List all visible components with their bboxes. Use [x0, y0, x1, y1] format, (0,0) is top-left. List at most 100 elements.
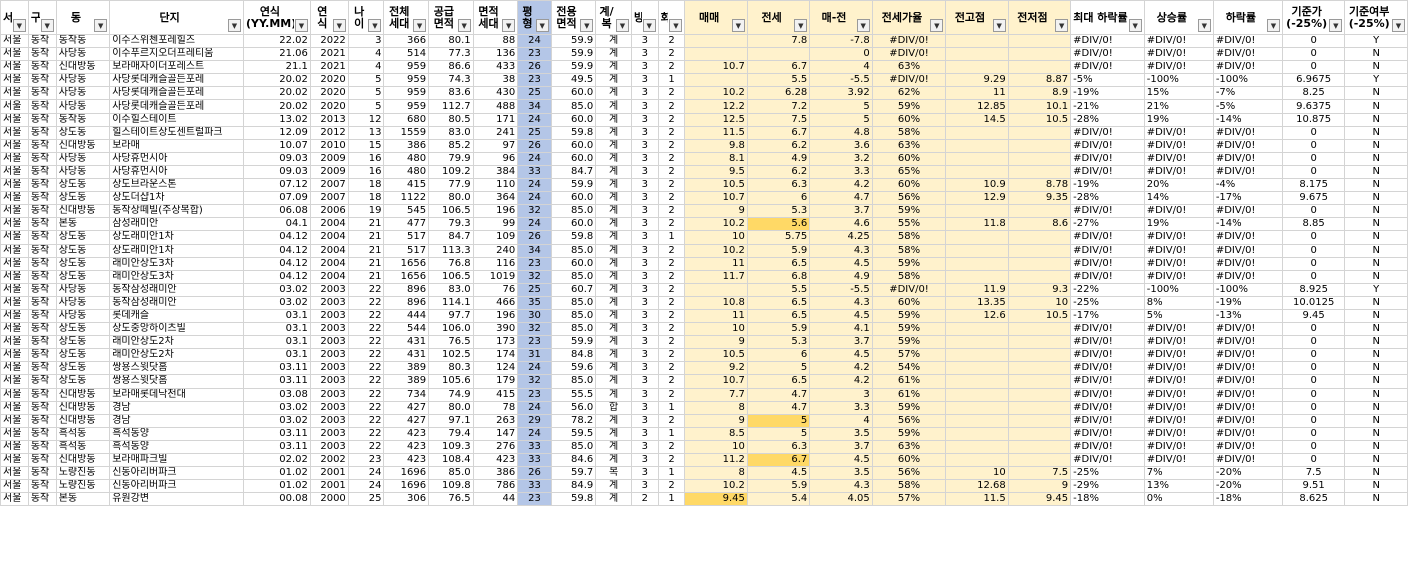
cell-supply-area[interactable]: 106.5	[428, 204, 474, 219]
cell-age[interactable]: 24	[347, 479, 385, 494]
cell-area-units[interactable]: 136	[472, 47, 519, 62]
cell-base-flag[interactable]: N	[1344, 361, 1408, 376]
cell-prev-high[interactable]: 12.85	[945, 99, 1009, 114]
cell-jeonse-ratio[interactable]: 59%	[871, 335, 947, 350]
cell-exclusive-area[interactable]: 59.7	[550, 466, 597, 481]
cell-age[interactable]: 13	[347, 125, 385, 140]
cell-jeonse-ratio[interactable]: 60%	[871, 178, 947, 193]
cell-pyeong[interactable]: 33	[517, 164, 552, 180]
cell-drop-rate[interactable]: #DIV/0!	[1212, 348, 1283, 363]
cell-total-units[interactable]: 415	[383, 178, 430, 193]
cell-exclusive-area[interactable]: 59.6	[550, 361, 597, 376]
cell-baths[interactable]: 2	[657, 60, 686, 75]
cell-supply-area[interactable]: 80.5	[428, 112, 474, 127]
cell-prev-high[interactable]	[945, 164, 1009, 180]
cell-city[interactable]: 서울	[0, 243, 29, 258]
cell-type[interactable]: 계	[595, 191, 632, 206]
cell-drop-rate[interactable]: #DIV/0!	[1212, 33, 1283, 49]
filter-dropdown-icon[interactable]: ▼	[40, 19, 54, 32]
cell-rooms[interactable]: 3	[630, 361, 659, 376]
cell-jeonse[interactable]: 5.9	[746, 479, 811, 494]
cell-sale-price[interactable]: 10.8	[684, 295, 748, 310]
cell-built-yymm[interactable]: 03.1	[243, 322, 311, 337]
cell-base-price[interactable]: 0	[1281, 387, 1346, 402]
cell-base-price[interactable]: 7.5	[1281, 466, 1346, 481]
cell-base-flag[interactable]: N	[1344, 204, 1408, 219]
cell-gap[interactable]: 4.9	[809, 269, 873, 284]
cell-built-yymm[interactable]: 03.11	[243, 374, 311, 389]
cell-pyeong[interactable]: 31	[517, 348, 552, 363]
cell-dong[interactable]: 사당동	[55, 295, 111, 310]
cell-jeonse[interactable]: 7.5	[746, 112, 811, 127]
cell-max-drop[interactable]: #DIV/0!	[1070, 164, 1145, 180]
cell-supply-area[interactable]: 76.8	[428, 256, 474, 271]
cell-drop-rate[interactable]: -20%	[1212, 479, 1283, 494]
cell-sale-price[interactable]: 10.2	[684, 243, 748, 258]
cell-sale-price[interactable]	[684, 33, 748, 49]
cell-drop-rate[interactable]: -100%	[1212, 73, 1283, 88]
cell-age[interactable]: 22	[347, 439, 385, 455]
cell-base-flag[interactable]: Y	[1344, 282, 1408, 297]
cell-complex[interactable]: 보라매파크빌	[109, 452, 244, 468]
cell-total-units[interactable]: 544	[383, 322, 430, 337]
cell-dong[interactable]: 본동	[55, 217, 111, 232]
cell-base-price[interactable]: 8.925	[1281, 282, 1346, 297]
cell-built-yymm[interactable]: 22.02	[243, 33, 311, 49]
cell-baths[interactable]: 2	[657, 439, 686, 455]
cell-type[interactable]: 계	[595, 243, 632, 258]
cell-rise-rate[interactable]: -100%	[1143, 282, 1214, 297]
cell-supply-area[interactable]: 112.7	[428, 99, 474, 114]
cell-sale-price[interactable]: 11.5	[684, 125, 748, 140]
cell-drop-rate[interactable]: -4%	[1212, 178, 1283, 193]
cell-gu[interactable]: 동작	[27, 308, 57, 324]
cell-complex[interactable]: 보라매자이더포레스트	[109, 60, 244, 75]
cell-baths[interactable]: 1	[657, 73, 686, 88]
cell-pyeong[interactable]: 23	[517, 256, 552, 271]
cell-exclusive-area[interactable]: 59.9	[550, 47, 597, 62]
cell-dong[interactable]: 동작동	[55, 33, 111, 49]
cell-built-yymm[interactable]: 03.08	[243, 387, 311, 402]
cell-gu[interactable]: 동작	[27, 86, 57, 101]
cell-built-year[interactable]: 2012	[309, 125, 349, 140]
cell-prev-high[interactable]: 10	[945, 466, 1009, 481]
cell-supply-area[interactable]: 109.3	[428, 439, 474, 455]
cell-complex[interactable]: 경남	[109, 400, 244, 415]
cell-baths[interactable]: 2	[657, 282, 686, 297]
cell-base-price[interactable]: 0	[1281, 230, 1346, 245]
cell-drop-rate[interactable]: #DIV/0!	[1212, 138, 1283, 153]
cell-prev-high[interactable]	[945, 60, 1009, 75]
cell-rooms[interactable]: 3	[630, 269, 659, 284]
cell-dong[interactable]: 신대방동	[55, 204, 111, 219]
cell-jeonse-ratio[interactable]: 59%	[871, 400, 947, 415]
cell-jeonse-ratio[interactable]: #DIV/0!	[871, 73, 947, 88]
cell-age[interactable]: 22	[347, 282, 385, 297]
cell-supply-area[interactable]: 79.3	[428, 217, 474, 232]
cell-prev-high[interactable]	[945, 400, 1009, 415]
cell-prev-high[interactable]: 12.68	[945, 479, 1009, 494]
cell-city[interactable]: 서울	[0, 479, 29, 494]
cell-rise-rate[interactable]: #DIV/0!	[1143, 426, 1214, 441]
cell-gu[interactable]: 동작	[27, 282, 57, 297]
cell-complex[interactable]: 사당휴먼시아	[109, 151, 244, 166]
cell-base-price[interactable]: 6.9675	[1281, 73, 1346, 88]
cell-base-flag[interactable]: N	[1344, 426, 1408, 441]
cell-type[interactable]: 복	[595, 466, 632, 481]
cell-baths[interactable]: 2	[657, 256, 686, 271]
cell-gap[interactable]: 3.5	[809, 426, 873, 441]
cell-age[interactable]: 21	[347, 269, 385, 284]
cell-jeonse-ratio[interactable]: 59%	[871, 308, 947, 324]
cell-gu[interactable]: 동작	[27, 125, 57, 140]
cell-rise-rate[interactable]: #DIV/0!	[1143, 348, 1214, 363]
cell-rooms[interactable]: 3	[630, 243, 659, 258]
cell-jeonse-ratio[interactable]: 54%	[871, 361, 947, 376]
cell-city[interactable]: 서울	[0, 204, 29, 219]
cell-base-price[interactable]: 0	[1281, 400, 1346, 415]
cell-gap[interactable]: 4.2	[809, 374, 873, 389]
cell-base-price[interactable]: 8.175	[1281, 178, 1346, 193]
cell-drop-rate[interactable]: -14%	[1212, 112, 1283, 127]
cell-type[interactable]: 계	[595, 138, 632, 153]
cell-prev-low[interactable]	[1007, 256, 1072, 271]
cell-base-flag[interactable]: N	[1344, 191, 1408, 206]
cell-city[interactable]: 서울	[0, 413, 29, 428]
cell-area-units[interactable]: 364	[472, 191, 519, 206]
